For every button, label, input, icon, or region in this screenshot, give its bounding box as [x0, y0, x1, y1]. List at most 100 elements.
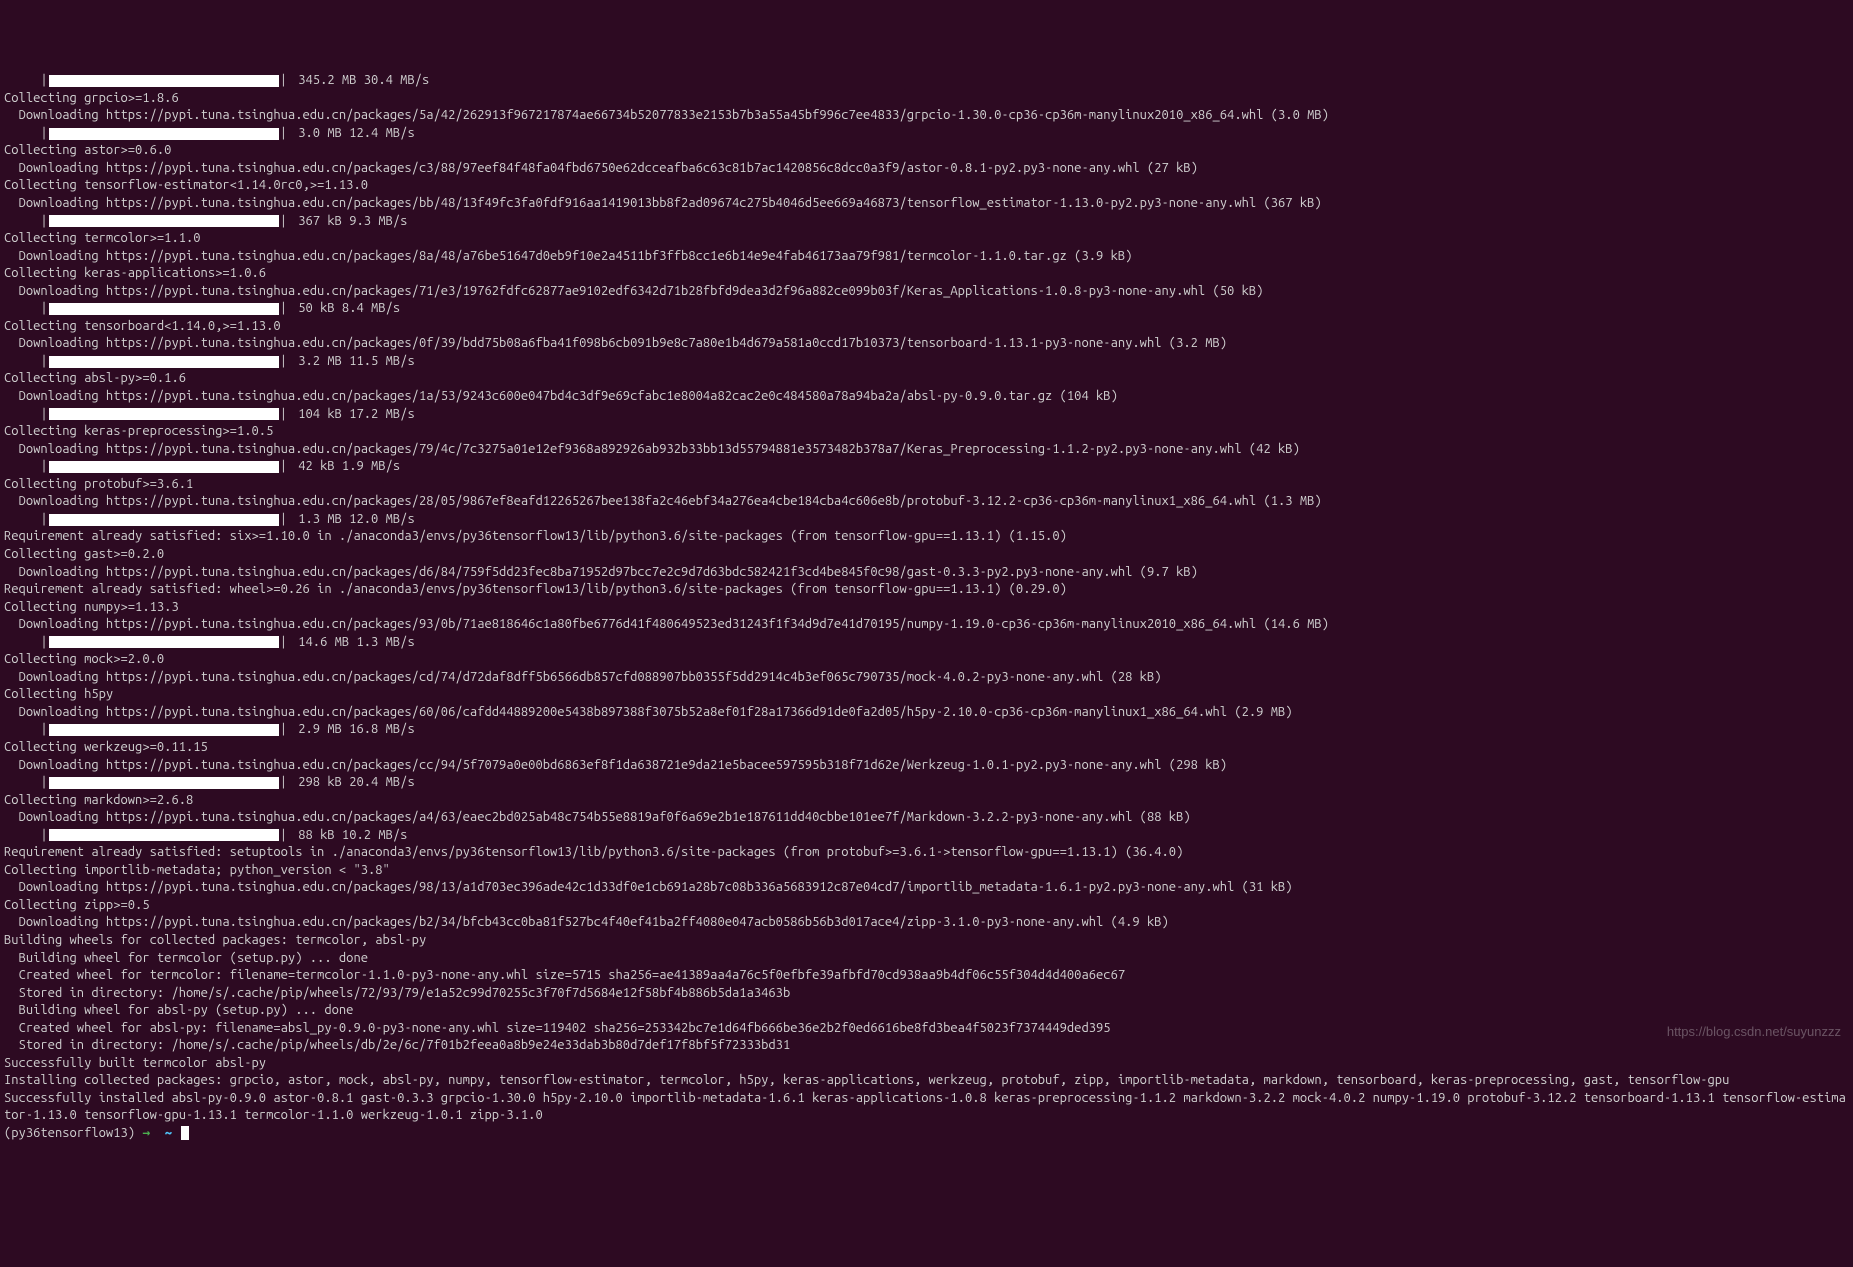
progress-info: 345.2 MB 30.4 MB/s — [291, 72, 429, 90]
terminal-line: Downloading https://pypi.tuna.tsinghua.e… — [4, 809, 1849, 827]
terminal-line: Collecting tensorboard<1.14.0,>=1.13.0 — [4, 318, 1849, 336]
progress-bar-row: || 345.2 MB 30.4 MB/s — [4, 72, 1849, 90]
progress-bar-fill — [49, 75, 279, 87]
terminal-line: Downloading https://pypi.tuna.tsinghua.e… — [4, 669, 1849, 687]
progress-bar-row: || 1.3 MB 12.0 MB/s — [4, 511, 1849, 529]
progress-indent — [4, 634, 40, 652]
progress-bar-row: | | 104 kB 17.2 MB/s — [4, 406, 1849, 424]
terminal-line: Created wheel for termcolor: filename=te… — [4, 967, 1849, 985]
terminal-line: Collecting werkzeug>=0.11.15 — [4, 739, 1849, 757]
progress-pipe-left: | — [40, 125, 47, 143]
progress-pipe-left: | — [40, 213, 47, 231]
terminal-line: Downloading https://pypi.tuna.tsinghua.e… — [4, 335, 1849, 353]
terminal-line: Downloading https://pypi.tuna.tsinghua.e… — [4, 388, 1849, 406]
terminal-output[interactable]: || 345.2 MB 30.4 MB/sCollecting grpcio>=… — [4, 72, 1849, 1142]
terminal-line: Collecting absl-py>=0.1.6 — [4, 370, 1849, 388]
progress-indent — [4, 774, 40, 792]
terminal-line: Collecting numpy>=1.13.3 — [4, 599, 1849, 617]
progress-info: 2.9 MB 16.8 MB/s — [291, 721, 415, 739]
terminal-line: Collecting importlib-metadata; python_ve… — [4, 862, 1849, 880]
progress-pipe-left: | — [40, 774, 47, 792]
progress-info: 50 kB 8.4 MB/s — [291, 300, 400, 318]
terminal-line: Downloading https://pypi.tuna.tsinghua.e… — [4, 195, 1849, 213]
terminal-line: Collecting zipp>=0.5 — [4, 897, 1849, 915]
progress-pipe-right: | — [280, 827, 287, 845]
terminal-line: Building wheels for collected packages: … — [4, 932, 1849, 950]
progress-pipe-left: | — [40, 406, 47, 424]
progress-indent — [4, 353, 40, 371]
terminal-line: Downloading https://pypi.tuna.tsinghua.e… — [4, 879, 1849, 897]
progress-pipe-right: | — [280, 72, 287, 90]
progress-bar-fill — [49, 514, 279, 526]
progress-bar-fill — [49, 408, 279, 420]
terminal-line: Successfully built termcolor absl-py — [4, 1055, 1849, 1073]
progress-indent — [4, 827, 40, 845]
progress-info: 298 kB 20.4 MB/s — [291, 774, 415, 792]
progress-pipe-right: | — [280, 353, 287, 371]
progress-bar-row: || 42 kB 1.9 MB/s — [4, 458, 1849, 476]
progress-bar-fill — [49, 128, 279, 140]
progress-info: 14.6 MB 1.3 MB/s — [291, 634, 415, 652]
terminal-line: Collecting grpcio>=1.8.6 — [4, 90, 1849, 108]
progress-pipe-right: | — [280, 406, 287, 424]
terminal-line: Collecting termcolor>=1.1.0 — [4, 230, 1849, 248]
terminal-line: Successfully installed absl-py-0.9.0 ast… — [4, 1090, 1849, 1125]
progress-indent — [4, 72, 40, 90]
progress-pipe-right: | — [280, 774, 287, 792]
terminal-line: Downloading https://pypi.tuna.tsinghua.e… — [4, 441, 1849, 459]
terminal-line: Downloading https://pypi.tuna.tsinghua.e… — [4, 757, 1849, 775]
terminal-line: Downloading https://pypi.tuna.tsinghua.e… — [4, 616, 1849, 634]
terminal-line: Downloading https://pypi.tuna.tsinghua.e… — [4, 564, 1849, 582]
terminal-line: Stored in directory: /home/s/.cache/pip/… — [4, 1037, 1849, 1055]
cursor-icon — [181, 1126, 189, 1140]
progress-bar-fill — [49, 829, 279, 841]
terminal-line: Collecting keras-applications>=1.0.6 — [4, 265, 1849, 283]
progress-indent — [4, 721, 40, 739]
progress-info: 1.3 MB 12.0 MB/s — [291, 511, 415, 529]
progress-pipe-left: | — [40, 300, 47, 318]
terminal-line: Requirement already satisfied: setuptool… — [4, 844, 1849, 862]
terminal-line: Downloading https://pypi.tuna.tsinghua.e… — [4, 493, 1849, 511]
terminal-line: Requirement already satisfied: six>=1.10… — [4, 528, 1849, 546]
terminal-line: Collecting mock>=2.0.0 — [4, 651, 1849, 669]
progress-indent — [4, 511, 40, 529]
progress-indent — [4, 213, 40, 231]
progress-info: 88 kB 10.2 MB/s — [291, 827, 407, 845]
terminal-line: Created wheel for absl-py: filename=absl… — [4, 1020, 1849, 1038]
progress-indent — [4, 406, 40, 424]
terminal-line: Downloading https://pypi.tuna.tsinghua.e… — [4, 704, 1849, 722]
progress-bar-row: | | 88 kB 10.2 MB/s — [4, 827, 1849, 845]
terminal-line: Collecting keras-preprocessing>=1.0.5 — [4, 423, 1849, 441]
terminal-line: Downloading https://pypi.tuna.tsinghua.e… — [4, 248, 1849, 266]
progress-bar-row: | | 50 kB 8.4 MB/s — [4, 300, 1849, 318]
progress-info: 42 kB 1.9 MB/s — [291, 458, 400, 476]
prompt-path: ~ — [165, 1126, 172, 1140]
progress-indent — [4, 300, 40, 318]
progress-info: 104 kB 17.2 MB/s — [291, 406, 415, 424]
progress-pipe-right: | — [280, 125, 287, 143]
shell-prompt[interactable]: (py36tensorflow13) → ~ — [4, 1125, 1849, 1143]
progress-pipe-left: | — [40, 827, 47, 845]
progress-pipe-left: | — [40, 353, 47, 371]
terminal-line: Downloading https://pypi.tuna.tsinghua.e… — [4, 914, 1849, 932]
prompt-arrow-icon: → — [142, 1126, 150, 1140]
progress-pipe-left: | — [40, 634, 47, 652]
terminal-line: Collecting tensorflow-estimator<1.14.0rc… — [4, 177, 1849, 195]
progress-pipe-left: | — [40, 511, 47, 529]
progress-bar-fill — [49, 724, 279, 736]
progress-bar-row: | | 3.2 MB 11.5 MB/s — [4, 353, 1849, 371]
progress-pipe-right: | — [280, 300, 287, 318]
progress-info: 3.0 MB 12.4 MB/s — [291, 125, 415, 143]
terminal-line: Collecting gast>=0.2.0 — [4, 546, 1849, 564]
progress-pipe-right: | — [280, 721, 287, 739]
progress-bar-row: || 2.9 MB 16.8 MB/s — [4, 721, 1849, 739]
progress-pipe-right: | — [280, 213, 287, 231]
terminal-line: Building wheel for absl-py (setup.py) ..… — [4, 1002, 1849, 1020]
terminal-line: Requirement already satisfied: wheel>=0.… — [4, 581, 1849, 599]
terminal-line: Installing collected packages: grpcio, a… — [4, 1072, 1849, 1090]
progress-bar-row: || 367 kB 9.3 MB/s — [4, 213, 1849, 231]
progress-pipe-right: | — [280, 634, 287, 652]
terminal-line: Building wheel for termcolor (setup.py) … — [4, 950, 1849, 968]
progress-info: 3.2 MB 11.5 MB/s — [291, 353, 415, 371]
progress-bar-fill — [49, 356, 279, 368]
